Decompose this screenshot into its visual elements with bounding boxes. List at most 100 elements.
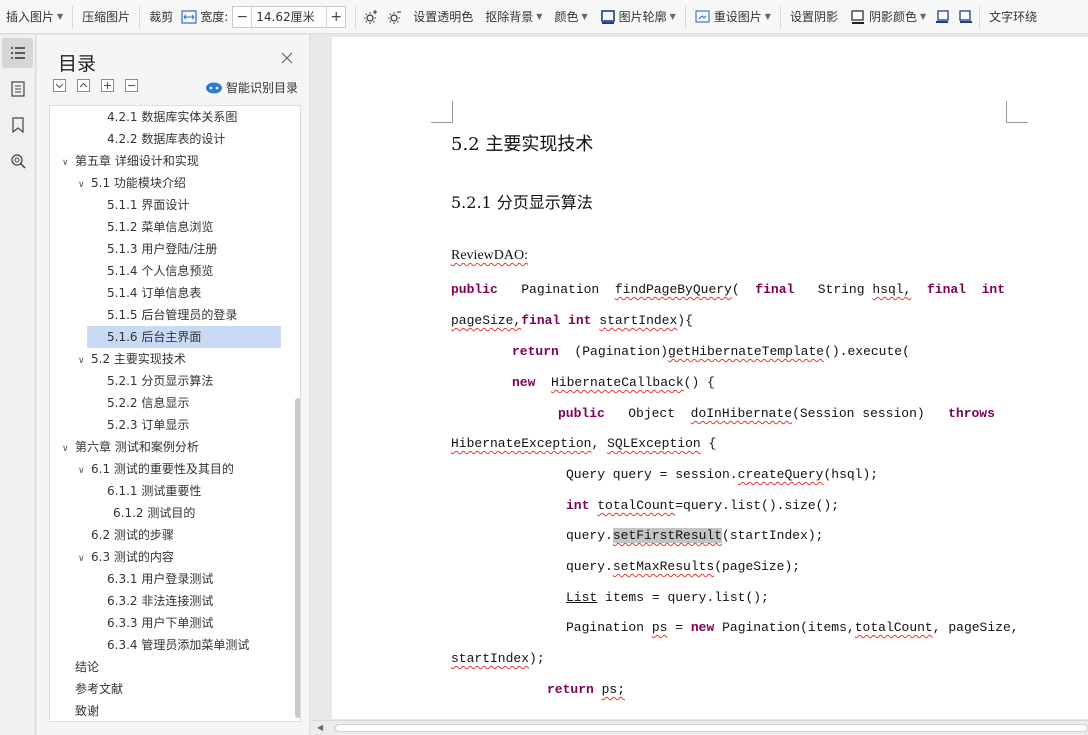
shadow-right-button[interactable]	[954, 4, 976, 30]
toc-item[interactable]: 5.1.2 菜单信息浏览	[107, 216, 213, 238]
toc-item[interactable]: ∨ 5.1 功能模块介绍	[78, 172, 186, 194]
add-heading-button[interactable]	[101, 79, 114, 92]
code-line: HibernateException, SQLException {	[451, 436, 716, 451]
width-input[interactable]: 14.62厘米	[251, 6, 328, 27]
crop-mark-top-right	[1006, 101, 1028, 123]
remove-background-button[interactable]: 抠除背景 ▼	[479, 4, 548, 30]
set-transparent-color-button[interactable]: 设置透明色	[407, 4, 479, 30]
set-shadow-label: 设置阴影	[789, 10, 838, 24]
width-decrease-button[interactable]: −	[233, 7, 251, 27]
remove-heading-button[interactable]	[125, 79, 138, 92]
toc-controls	[53, 79, 149, 92]
horizontal-scroll-thumb[interactable]	[335, 724, 1088, 732]
code-token: pageSize,	[451, 313, 522, 328]
toc-item[interactable]: ∨ 6.3 测试的内容	[78, 546, 174, 568]
heading-5-2: 5.2 主要实现技术	[451, 134, 594, 155]
collapse-all-button[interactable]	[53, 79, 66, 92]
rail-bookmark-button[interactable]	[2, 110, 33, 140]
rail-pages-button[interactable]	[2, 74, 33, 104]
chevron-down-icon[interactable]: ∨	[78, 350, 88, 372]
toc-item[interactable]: 6.3.4 管理员添加菜单测试	[107, 634, 249, 656]
toc-item[interactable]: 结论	[75, 656, 99, 678]
search-icon	[10, 154, 26, 169]
toc-item-selected[interactable]: 5.1.6 后台主界面	[87, 326, 281, 348]
color-button[interactable]: 颜色 ▼	[548, 4, 593, 30]
toc-item[interactable]: 6.3.1 用户登录测试	[107, 568, 213, 590]
text-wrap-button[interactable]: 文字环绕	[983, 4, 1043, 30]
toolbar-divider	[72, 5, 74, 28]
toc-item[interactable]: ∨ 第六章 测试和案例分析	[62, 436, 199, 458]
shadow-color-button[interactable]: 阴影颜色 ▼	[844, 4, 932, 30]
toc-item[interactable]: 6.3.3 用户下单测试	[107, 612, 213, 634]
toc-item-label: 5.2.3 订单显示	[107, 418, 190, 432]
scroll-left-icon[interactable]: ◀	[317, 723, 323, 732]
toc-item[interactable]: 6.1.2 测试目的	[113, 502, 195, 524]
toc-item[interactable]: 4.2.1 数据库实体关系图	[107, 106, 237, 128]
toc-item[interactable]: 5.1.3 用户登陆/注册	[107, 238, 217, 260]
heading-5-2-1: 5.2.1 分页显示算法	[451, 193, 593, 212]
close-toc-button[interactable]	[280, 51, 294, 65]
code-token: doInHibernate	[690, 406, 793, 421]
chevron-down-icon[interactable]: ∨	[78, 460, 88, 482]
ai-cloud-icon	[206, 82, 222, 94]
set-shadow-button[interactable]: 设置阴影	[784, 4, 844, 30]
toc-item-label: 结论	[75, 660, 100, 674]
crop-button[interactable]: 裁剪	[143, 4, 179, 30]
toc-item[interactable]: 5.1.4 订单信息表	[107, 282, 201, 304]
rail-search-button[interactable]	[2, 146, 33, 176]
selected-image-token[interactable]: setFirstResult	[612, 528, 723, 543]
code-token: ().execute(	[824, 344, 910, 359]
toc-item[interactable]: 5.1.4 个人信息预览	[107, 260, 213, 282]
toc-item[interactable]: 5.2.2 信息显示	[107, 392, 189, 414]
text-wrap-label: 文字环绕	[989, 10, 1038, 24]
insert-image-button[interactable]: 插入图片 ▼	[0, 4, 69, 30]
chevron-down-icon	[55, 83, 64, 89]
image-outline-button[interactable]: 图片轮廓 ▼	[594, 4, 682, 30]
toc-item[interactable]: 6.1.1 测试重要性	[107, 480, 201, 502]
plus-icon	[104, 82, 111, 89]
width-stepper[interactable]: − 14.62厘米 +	[232, 5, 347, 28]
review-dao-label: ReviewDAO:	[451, 248, 528, 264]
compress-image-button[interactable]: 压缩图片	[76, 4, 136, 30]
toc-item[interactable]: ∨ 6.1 测试的重要性及其目的	[78, 458, 234, 480]
toc-item[interactable]: 6.3.2 非法连接测试	[107, 590, 213, 612]
reset-image-icon	[695, 9, 711, 25]
toc-scrollbar[interactable]	[295, 398, 300, 718]
wps-writer-window: 插入图片 ▼ 压缩图片 裁剪 宽度: − 14.62厘米 + 设置透明色 抠除背景…	[0, 0, 1088, 735]
brightness-down-button[interactable]	[383, 4, 407, 30]
brightness-up-button[interactable]	[359, 4, 383, 30]
toc-item[interactable]: 5.2.3 订单显示	[107, 414, 189, 436]
chevron-down-icon[interactable]: ∨	[62, 152, 72, 174]
toc-item-label: 6.3.4 管理员添加菜单测试	[107, 638, 250, 652]
expand-all-button[interactable]	[77, 79, 90, 92]
shadow-color-label: 阴影颜色	[868, 10, 917, 24]
width-increase-button[interactable]: +	[327, 7, 345, 27]
chevron-down-icon[interactable]: ∨	[62, 438, 72, 460]
toc-item[interactable]: 5.1.1 界面设计	[107, 194, 189, 216]
horizontal-scrollbar[interactable]: ◀	[311, 720, 1088, 735]
rail-toc-button[interactable]	[2, 38, 33, 68]
toc-item-label: 4.2.2 数据库表的设计	[107, 132, 226, 146]
toc-item[interactable]: ∨ 5.2 主要实现技术	[78, 348, 186, 370]
toc-item[interactable]: 5.1.5 后台管理员的登录	[107, 304, 237, 326]
code-keyword: int	[568, 313, 592, 328]
chevron-down-icon[interactable]: ∨	[78, 174, 88, 196]
toc-item-label: 第五章 详细设计和实现	[75, 154, 199, 168]
chevron-down-icon[interactable]: ∨	[78, 548, 88, 570]
smart-toc-button[interactable]: 智能识别目录	[205, 79, 298, 96]
toc-item[interactable]: 致谢	[75, 700, 99, 721]
code-line: public Pagination findPageByQuery( final…	[451, 282, 1005, 297]
toc-item[interactable]: ∨ 第五章 详细设计和实现	[62, 150, 199, 172]
code-keyword: new	[690, 620, 715, 635]
toc-item[interactable]: 5.2.1 分页显示算法	[107, 370, 213, 392]
toc-item[interactable]: 6.2 测试的步骤	[91, 524, 174, 546]
code-token: Object	[628, 406, 676, 421]
toc-item-label: 6.3 测试的内容	[91, 550, 174, 564]
code-keyword: final	[926, 282, 966, 297]
toc-item-label: 5.1.4 订单信息表	[107, 286, 202, 300]
shadow-left-button[interactable]	[932, 4, 954, 30]
reset-image-button[interactable]: 重设图片 ▼	[689, 4, 777, 30]
toc-item[interactable]: 参考文献	[75, 678, 123, 700]
toc-item[interactable]: 4.2.2 数据库表的设计	[107, 128, 225, 150]
document-page[interactable]: 5.2 主要实现技术 5.2.1 分页显示算法 ReviewDAO: publi…	[332, 37, 1088, 719]
